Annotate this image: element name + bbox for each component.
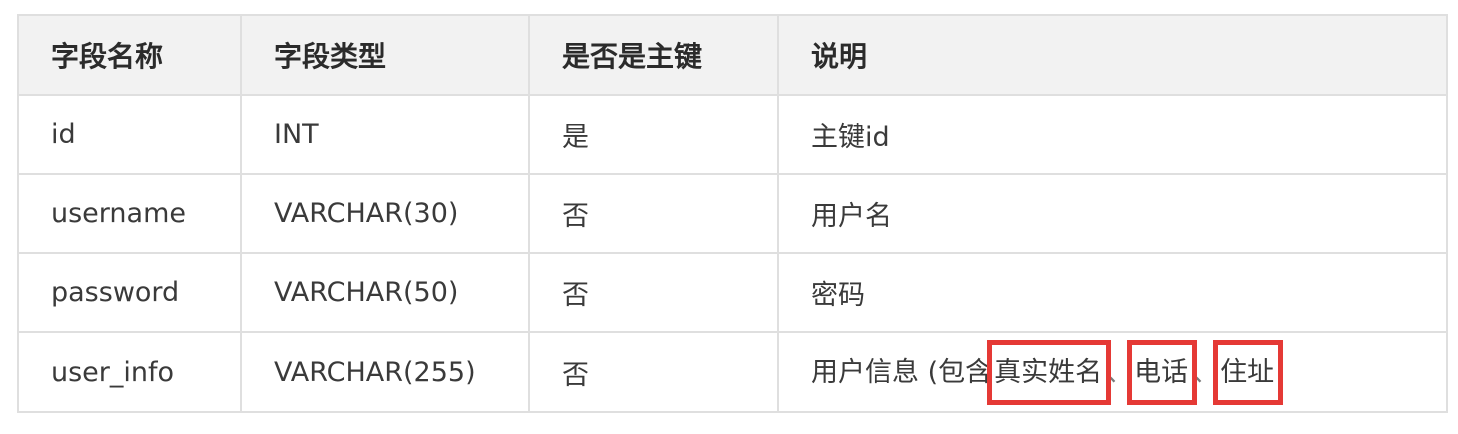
cell-field-name: user_info (19, 331, 242, 411)
separator: 、 (1106, 356, 1134, 388)
cell-primary-key: 是 (528, 94, 779, 175)
description-prefix: 用户信息 (包含 (811, 356, 993, 388)
table-row: password VARCHAR(50) 否 密码 (19, 252, 1446, 333)
cell-field-type: VARCHAR(255) (240, 331, 530, 411)
header-field-name: 字段名称 (19, 16, 242, 96)
cell-primary-key: 否 (528, 173, 779, 254)
header-field-type: 字段类型 (240, 16, 530, 96)
field-table: 字段名称 字段类型 是否是主键 说明 id INT 是 主键id usernam… (19, 16, 1446, 411)
table-row: id INT 是 主键id (19, 94, 1446, 175)
header-description: 说明 (777, 16, 1446, 96)
table-header: 字段名称 字段类型 是否是主键 说明 (19, 16, 1446, 96)
table-row: username VARCHAR(30) 否 用户名 (19, 173, 1446, 254)
cell-description: 主键id (777, 94, 1446, 175)
cell-field-name: username (19, 173, 242, 254)
table-body: id INT 是 主键id username VARCHAR(30) 否 用户名… (19, 94, 1446, 411)
separator: 、 (1192, 356, 1220, 388)
cell-description: 用户信息 (包含真实姓名 、电话 、住址 (777, 331, 1446, 411)
cell-primary-key: 否 (528, 331, 779, 411)
highlight-box-real-name: 真实姓名 (987, 339, 1112, 405)
cell-field-type: INT (240, 94, 530, 175)
cell-description: 用户名 (777, 173, 1446, 254)
highlight-box-phone: 电话 (1127, 339, 1198, 405)
cell-primary-key: 否 (528, 252, 779, 333)
cell-field-type: VARCHAR(50) (240, 252, 530, 333)
header-row: 字段名称 字段类型 是否是主键 说明 (19, 16, 1446, 96)
header-is-primary-key: 是否是主键 (528, 16, 779, 96)
cell-field-name: id (19, 94, 242, 175)
field-table-container: 字段名称 字段类型 是否是主键 说明 id INT 是 主键id usernam… (17, 14, 1448, 413)
cell-field-type: VARCHAR(30) (240, 173, 530, 254)
cell-description: 密码 (777, 252, 1446, 333)
table-row: user_info VARCHAR(255) 否 用户信息 (包含真实姓名 、电话… (19, 331, 1446, 411)
cell-field-name: password (19, 252, 242, 333)
highlight-box-address: 住址 (1213, 339, 1284, 405)
